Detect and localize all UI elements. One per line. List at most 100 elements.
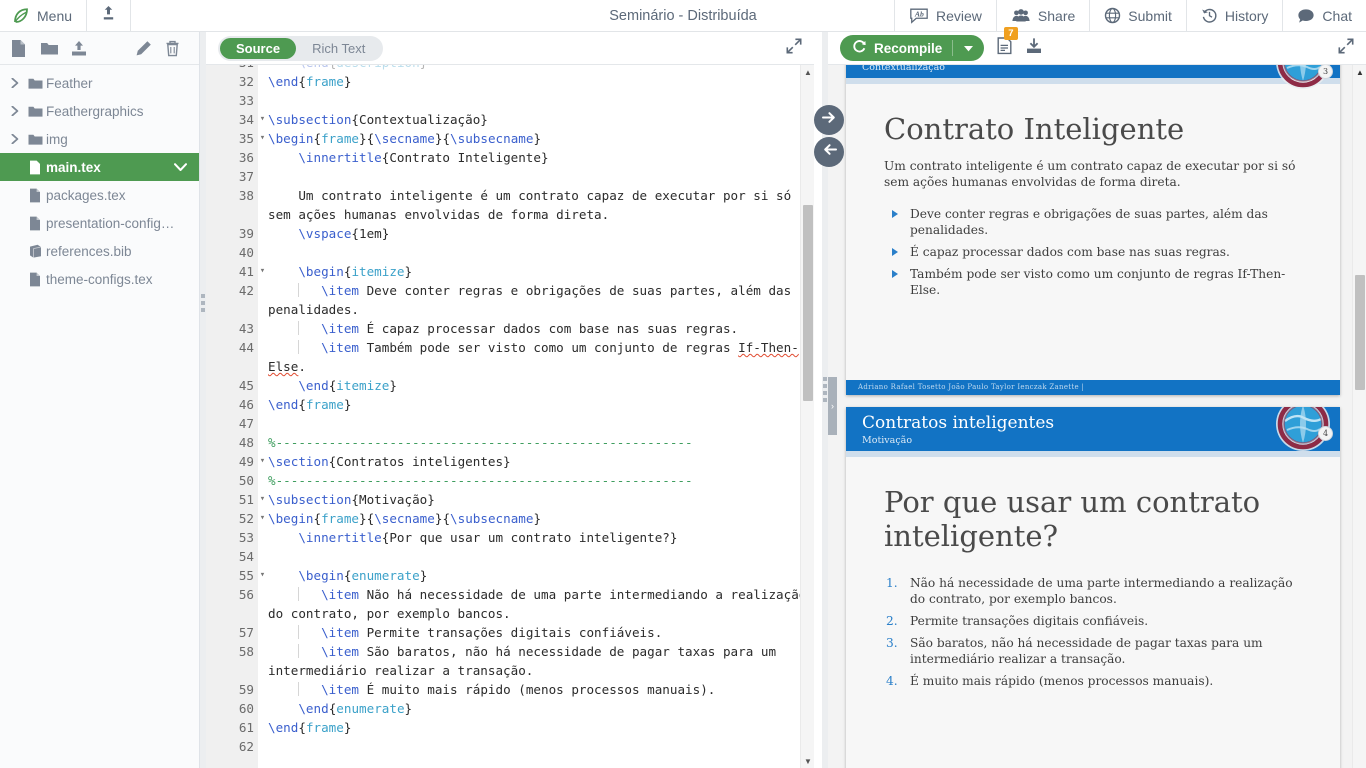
delete-trash-icon[interactable] xyxy=(165,40,191,57)
rename-pencil-icon[interactable] xyxy=(135,40,165,57)
new-folder-icon[interactable] xyxy=(40,40,70,56)
file-tree-item-packages-tex[interactable]: packages.tex xyxy=(0,181,199,209)
code-line-text[interactable]: %---------------------------------------… xyxy=(258,471,814,490)
code-line-text[interactable] xyxy=(258,167,814,186)
recompile-dropdown-button[interactable] xyxy=(953,39,984,57)
code-line[interactable]: 53 \innertitle{Por que usar um contrato … xyxy=(206,528,814,547)
code-line[interactable]: 58 \item São baratos, não há necessidade… xyxy=(206,642,814,680)
code-line-text[interactable]: \end{frame} xyxy=(258,395,814,414)
pdf-scroll-up-arrow[interactable]: ▲ xyxy=(1353,65,1366,79)
code-line-text[interactable]: \item São baratos, não há necessidade de… xyxy=(258,642,814,680)
code-line-text[interactable]: \begin{itemize} xyxy=(258,262,814,281)
code-line-text[interactable]: \item Também pode ser visto como um conj… xyxy=(258,338,814,376)
code-line-text[interactable]: \item É capaz processar dados com base n… xyxy=(258,319,814,338)
expand-caret-icon[interactable] xyxy=(6,134,24,144)
code-area[interactable]: 31 \end{description}32\end{frame}33 34▾\… xyxy=(206,65,814,768)
pdf-panel-collapse-handle[interactable]: › xyxy=(828,377,837,435)
new-file-icon[interactable] xyxy=(10,39,40,58)
download-pdf-button[interactable] xyxy=(1025,37,1043,60)
tab-source[interactable]: Source xyxy=(220,37,297,59)
code-line-text[interactable]: \section{Contratos inteligentes} xyxy=(258,452,814,471)
code-line[interactable]: 61 \end{frame} xyxy=(206,718,814,737)
review-button[interactable]: Ab Review xyxy=(894,0,996,31)
code-line[interactable]: 33 xyxy=(206,91,814,110)
code-line[interactable]: 48 %-------------------------------------… xyxy=(206,433,814,452)
file-context-menu-icon[interactable] xyxy=(174,162,199,172)
file-tree-item-references-bib[interactable]: references.bib xyxy=(0,237,199,265)
code-fold-toggle[interactable]: ▾ xyxy=(258,129,267,148)
upload-file-icon[interactable] xyxy=(70,40,100,57)
code-line-text[interactable]: \subsection{Motivação} xyxy=(258,490,814,509)
code-line[interactable]: 47 xyxy=(206,414,814,433)
code-line-text[interactable]: \subsection{Contextualização} xyxy=(258,110,814,129)
code-line-text[interactable]: \item Deve conter regras e obrigações de… xyxy=(258,281,814,319)
editor-scrollbar[interactable]: ▲ ▼ xyxy=(800,65,814,768)
recompile-main[interactable]: Recompile xyxy=(840,39,952,57)
pdf-expand-button[interactable] xyxy=(1338,38,1354,59)
goto-code-location-button[interactable] xyxy=(814,137,844,167)
code-line-text[interactable]: \item É muito mais rápido (menos process… xyxy=(258,680,814,699)
center-resizer-handle[interactable] xyxy=(823,377,827,402)
code-line[interactable]: 39 \vspace{1em} xyxy=(206,224,814,243)
code-line-text[interactable]: Um contrato inteligente é um contrato ca… xyxy=(258,186,814,224)
code-line[interactable]: 60 \end{enumerate} xyxy=(206,699,814,718)
code-line[interactable]: 42 \item Deve conter regras e obrigações… xyxy=(206,281,814,319)
editor-expand-button[interactable] xyxy=(786,38,802,59)
code-line-text[interactable] xyxy=(258,737,814,756)
code-line[interactable]: 49 ▾ \section{Contratos inteligentes} xyxy=(206,452,814,471)
history-button[interactable]: History xyxy=(1185,0,1283,31)
pdf-page[interactable]: Contratos inteligentes Motivação 4 Por q… xyxy=(846,407,1340,768)
code-line[interactable]: 57 \item Permite transações digitais con… xyxy=(206,623,814,642)
code-line-text[interactable]: \end{frame} xyxy=(258,718,814,737)
code-line[interactable]: 36 \innertitle{Contrato Inteligente} xyxy=(206,148,814,167)
expand-caret-icon[interactable] xyxy=(6,78,24,88)
code-line[interactable]: 38 Um contrato inteligente é um contrato… xyxy=(206,186,814,224)
code-line-text[interactable]: \begin{enumerate} xyxy=(258,566,814,585)
code-line[interactable]: 44 \item Também pode ser visto como um c… xyxy=(206,338,814,376)
editor-scroll-down-arrow[interactable]: ▼ xyxy=(801,754,815,768)
editor-scrollbar-thumb[interactable] xyxy=(803,205,813,401)
code-line-text[interactable]: \end{description} xyxy=(258,65,814,72)
editor-scroll-up-arrow[interactable]: ▲ xyxy=(801,65,815,79)
code-line-text[interactable]: \item Não há necessidade de uma parte in… xyxy=(258,585,814,623)
code-line[interactable]: 52 ▾ \begin{frame}{\secname}{\subsecname} xyxy=(206,509,814,528)
code-line-text[interactable]: \end{itemize} xyxy=(258,376,814,395)
code-line-text[interactable]: \vspace{1em} xyxy=(258,224,814,243)
code-line[interactable]: 51 ▾ \subsection{Motivação} xyxy=(206,490,814,509)
code-fold-toggle[interactable]: ▾ xyxy=(258,452,267,471)
pdf-page[interactable]: Contextualização 3 Contrato Inteligente … xyxy=(846,65,1340,395)
code-line[interactable]: 54 xyxy=(206,547,814,566)
compile-logs-button[interactable]: 7 xyxy=(996,27,1018,60)
goto-pdf-location-button[interactable] xyxy=(814,105,844,135)
pdf-scrollbar[interactable]: ▲ xyxy=(1352,65,1366,768)
code-line-text[interactable]: \innertitle{Contrato Inteligente} xyxy=(258,148,814,167)
code-line[interactable]: 37 xyxy=(206,167,814,186)
menu-button[interactable]: Menu xyxy=(0,0,88,31)
code-line-text[interactable]: %---------------------------------------… xyxy=(258,433,814,452)
code-line[interactable]: 31 \end{description} xyxy=(206,65,814,72)
code-line[interactable]: 40 xyxy=(206,243,814,262)
code-line[interactable]: 62 xyxy=(206,737,814,756)
code-line[interactable]: 56 \item Não há necessidade de uma parte… xyxy=(206,585,814,623)
expand-caret-icon[interactable] xyxy=(6,106,24,116)
chat-button[interactable]: Chat xyxy=(1282,0,1366,31)
code-line[interactable]: 32 \end{frame} xyxy=(206,72,814,91)
submit-button[interactable]: Submit xyxy=(1089,0,1186,31)
code-line-text[interactable]: \innertitle{Por que usar um contrato int… xyxy=(258,528,814,547)
file-tree-item-theme-configs-tex[interactable]: theme-configs.tex xyxy=(0,265,199,293)
code-line[interactable]: 46 \end{frame} xyxy=(206,395,814,414)
code-line-text[interactable]: \begin{frame}{\secname}{\subsecname} xyxy=(258,509,814,528)
code-fold-toggle[interactable]: ▾ xyxy=(258,509,267,528)
code-line[interactable]: 43 \item É capaz processar dados com bas… xyxy=(206,319,814,338)
code-lines[interactable]: 31 \end{description}32\end{frame}33 34▾\… xyxy=(206,65,814,768)
code-line[interactable]: 34 ▾ \subsection{Contextualização} xyxy=(206,110,814,129)
tab-rich-text[interactable]: Rich Text xyxy=(296,38,381,59)
code-fold-toggle[interactable]: ▾ xyxy=(258,566,267,585)
code-line-text[interactable] xyxy=(258,91,814,110)
code-line-text[interactable]: \begin{frame}{\secname}{\subsecname} xyxy=(258,129,814,148)
pdf-viewport[interactable]: Contextualização 3 Contrato Inteligente … xyxy=(828,65,1366,768)
code-fold-toggle[interactable]: ▾ xyxy=(258,262,267,281)
file-tree-item-main-tex[interactable]: main.tex xyxy=(0,153,199,181)
upload-button[interactable] xyxy=(87,0,132,31)
code-fold-toggle[interactable]: ▾ xyxy=(258,110,267,129)
